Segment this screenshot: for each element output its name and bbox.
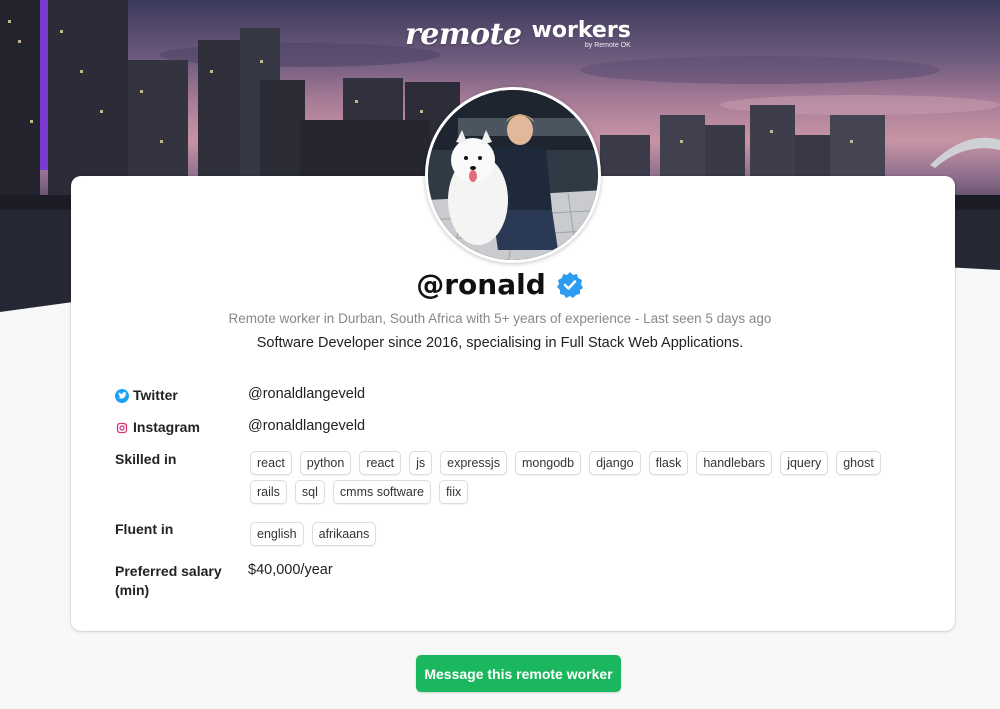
skill-tag[interactable]: ghost [836,451,881,475]
skill-tag[interactable]: rails [250,480,287,504]
skill-tag[interactable]: sql [294,480,325,504]
skill-tag[interactable]: js [409,451,433,475]
twitter-label-row: Twitter [115,386,178,405]
skill-tag[interactable]: django [589,451,641,475]
skill-tag[interactable]: flask [648,451,689,475]
instagram-label-row: Instagram [115,418,200,437]
username: @ronald [416,268,546,301]
username-row: @ronald [0,268,1000,301]
language-tag[interactable]: english [250,522,304,546]
skills-label: Skilled in [115,451,177,467]
skill-tag[interactable]: fiix [438,480,469,504]
salary-label: Preferred salary (min) [115,563,222,598]
skill-tag[interactable]: python [299,451,352,475]
message-worker-button[interactable]: Message this remote worker [416,655,621,692]
language-tag[interactable]: afrikaans [311,522,377,546]
skill-tag[interactable]: react [250,451,292,475]
logo-script-text: remote [405,16,522,52]
twitter-icon [115,388,129,403]
instagram-handle-link[interactable]: @ronaldlangeveld [248,418,365,434]
skill-tag[interactable]: jquery [780,451,829,475]
skill-tag[interactable]: react [359,451,402,475]
profile-subtitle: Remote worker in Durban, South Africa wi… [228,311,772,326]
languages-tag-list: english afrikaans [250,522,910,546]
skill-tag[interactable]: expressjs [440,451,507,475]
profile-bio: Software Developer since 2016, specialis… [256,335,744,351]
instagram-label: Instagram [133,419,200,435]
profile-avatar [425,87,601,263]
skill-tag[interactable]: cmms software [332,480,431,504]
verified-badge-icon [556,271,583,298]
remote-workers-logo[interactable]: remote workers by Remote OK [405,14,631,54]
skill-tag[interactable]: mongodb [514,451,582,475]
twitter-handle-link[interactable]: @ronaldlangeveld [248,386,365,402]
logo-by-text: by Remote OK [584,41,631,49]
twitter-label: Twitter [133,387,178,403]
instagram-icon [115,421,129,435]
skills-tag-list: react python react js expressjs mongodb … [250,451,910,504]
languages-label: Fluent in [115,521,174,537]
logo-word-text: workers [531,17,631,43]
salary-value: $40,000/year [248,562,333,578]
skill-tag[interactable]: handlebars [696,451,773,475]
